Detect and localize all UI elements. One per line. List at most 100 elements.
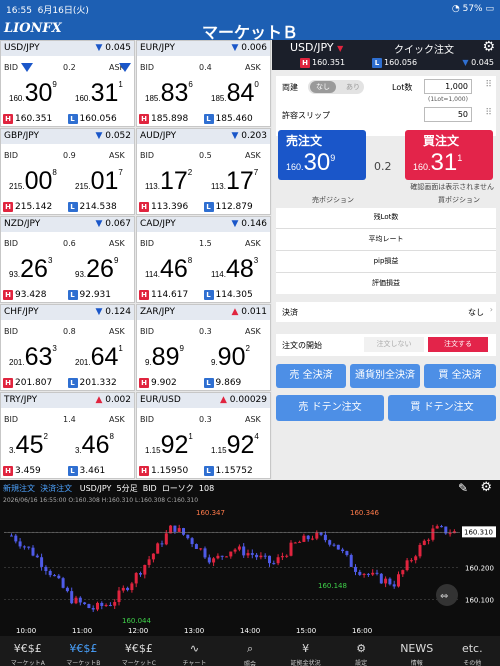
currency-settle-button[interactable]: 通貨別全決済: [350, 364, 420, 388]
candle: [311, 538, 314, 540]
rate-tile[interactable]: ZAR/JPY ▲ 0.011 BID 0.3 ASK 9.899 9.902 H…: [136, 304, 271, 391]
ask-price[interactable]: 3.468: [75, 431, 114, 460]
pair-select[interactable]: USD/JPY ▼: [290, 41, 343, 54]
bid-price[interactable]: 185.836: [145, 79, 193, 108]
rate-tile[interactable]: TRY/JPY ▲ 0.002 BID 1.4 ASK 3.452 3.468 H…: [0, 392, 135, 479]
sell-all-settle-button[interactable]: 売 全決済: [276, 364, 346, 388]
candle: [121, 587, 125, 591]
bid-price[interactable]: 1.15921: [145, 431, 193, 460]
kessai-select[interactable]: 決済 なし ›: [276, 302, 496, 322]
do-order-button[interactable]: 注文する: [428, 337, 488, 352]
bid-price[interactable]: 114.468: [145, 255, 192, 284]
rate-tile[interactable]: EUR/JPY ▼ 0.006 BID 0.4 ASK 185.836 185.8…: [136, 40, 271, 127]
tile-header: GBP/JPY ▼ 0.052: [1, 129, 134, 144]
rate-tile[interactable]: CAD/JPY ▼ 0.146 BID 1.5 ASK 114.468 114.4…: [136, 216, 271, 303]
candle: [229, 551, 233, 557]
rate-tile[interactable]: AUD/JPY ▼ 0.203 BID 0.5 ASK 113.172 113.1…: [136, 128, 271, 215]
app: 16:55 6月16日(火) ◔ 57% ▭ LIONFX マーケットＢ USD…: [0, 0, 500, 666]
slip-input[interactable]: 50: [424, 107, 472, 122]
ryodate-toggle[interactable]: なし あり: [308, 80, 364, 94]
order-mode[interactable]: クイック注文: [394, 41, 454, 56]
candle: [74, 597, 78, 604]
ask-price[interactable]: 9.902: [211, 343, 250, 372]
candle: [65, 587, 69, 592]
tab-icon: ¥€$£: [69, 642, 98, 655]
ask-price[interactable]: 93.269: [75, 255, 118, 284]
candle: [139, 573, 142, 575]
chart-area[interactable]: 新規注文 決済注文 USD/JPY 5分足 BID ローソク 108 ✎ ⚙ 2…: [0, 480, 500, 636]
down-triangle-icon: ▼: [231, 43, 239, 53]
ask-price[interactable]: 201.641: [75, 343, 123, 372]
x-tick-label: 12:00: [128, 627, 148, 635]
candle: [151, 553, 155, 560]
buy-order-button[interactable]: 買注文 160.311: [405, 130, 493, 180]
tab-0[interactable]: ¥€$£ マーケットA: [0, 636, 56, 666]
ask-price[interactable]: 215.017: [75, 167, 123, 196]
bid-price[interactable]: 9.899: [145, 343, 184, 372]
candle: [18, 541, 22, 547]
ask-price[interactable]: 114.483: [211, 255, 258, 284]
rate-tile[interactable]: NZD/JPY ▼ 0.067 BID 0.6 ASK 93.263 93.269…: [0, 216, 135, 303]
candle: [435, 526, 439, 529]
keypad-icon[interactable]: ⠿: [485, 80, 492, 90]
candle: [336, 544, 340, 550]
candle: [143, 564, 147, 575]
tab-icon: ¥€$£: [13, 642, 42, 655]
ask-price[interactable]: 160.311: [75, 79, 123, 108]
candle: [57, 575, 61, 579]
tab-icon: ⚙: [356, 642, 367, 655]
price-annotation: 160.044: [122, 617, 151, 625]
tab-5[interactable]: ¥ 証拠金状況: [278, 636, 334, 666]
price-annotation: 160.148: [318, 582, 347, 590]
candle: [164, 533, 168, 545]
candle: [358, 571, 362, 575]
bid-price[interactable]: 201.633: [9, 343, 57, 372]
keypad-icon[interactable]: ⠿: [485, 108, 492, 118]
date: 6月16日(火): [37, 5, 89, 16]
sell-doten-button[interactable]: 売 ドテン注文: [276, 395, 384, 421]
rate-tile[interactable]: CHF/JPY ▼ 0.124 BID 0.8 ASK 201.633 201.6…: [0, 304, 135, 391]
buy-doten-button[interactable]: 買 ドテン注文: [388, 395, 496, 421]
candle: [53, 575, 56, 577]
no-order-button[interactable]: 注文しない: [364, 337, 424, 352]
buy-all-settle-button[interactable]: 買 全決済: [424, 364, 496, 388]
candle: [87, 604, 91, 609]
rate-tile[interactable]: USD/JPY ▼ 0.045 BID 0.2 ASK 160.309 160.3…: [0, 40, 135, 127]
rate-tile[interactable]: EUR/USD ▲ 0.00029 BID 0.3 ASK 1.15921 1.1…: [136, 392, 271, 479]
bid-price[interactable]: 215.008: [9, 167, 57, 196]
tab-4[interactable]: ⌕ 照会: [222, 636, 278, 666]
down-triangle-icon: ▼: [231, 131, 239, 141]
tile-range: H 215.142 L 214.538: [1, 200, 134, 214]
bid-price[interactable]: 160.309: [9, 79, 57, 108]
tab-8[interactable]: etc. その他: [445, 636, 500, 666]
sell-order-button[interactable]: 売注文 160.309: [278, 130, 366, 180]
gear-icon[interactable]: ⚙: [482, 39, 495, 55]
battery: ◔ 57% ▭: [451, 4, 494, 14]
candle: [44, 566, 48, 572]
x-tick-label: 14:00: [240, 627, 260, 635]
rate-tile[interactable]: GBP/JPY ▼ 0.052 BID 0.9 ASK 215.008 215.0…: [0, 128, 135, 215]
candle: [113, 602, 117, 606]
tab-3[interactable]: ∿ チャート: [167, 636, 223, 666]
bid-price[interactable]: 113.172: [145, 167, 192, 196]
ask-price[interactable]: 113.177: [211, 167, 258, 196]
lot-input[interactable]: 1,000: [424, 79, 472, 94]
tile-range: H 9.902 L 9.869: [137, 376, 270, 390]
candle: [362, 573, 366, 575]
bid-price[interactable]: 93.263: [9, 255, 52, 284]
candle: [268, 555, 271, 564]
tab-1[interactable]: ¥€$£ マーケットB: [56, 636, 112, 666]
candle: [207, 557, 211, 563]
ask-price[interactable]: 185.840: [211, 79, 259, 108]
ask-price[interactable]: 1.15924: [211, 431, 259, 460]
candle: [440, 526, 443, 528]
candle: [366, 573, 370, 575]
current-price-label: 160.310: [464, 528, 493, 536]
candle: [61, 578, 65, 588]
tab-7[interactable]: NEWS 情報: [389, 636, 445, 666]
tab-2[interactable]: ¥€$£ マーケットC: [111, 636, 167, 666]
bid-price[interactable]: 3.452: [9, 431, 48, 460]
candle: [35, 555, 39, 558]
tab-6[interactable]: ⚙ 設定: [333, 636, 389, 666]
tile-header: EUR/JPY ▼ 0.006: [137, 41, 270, 56]
